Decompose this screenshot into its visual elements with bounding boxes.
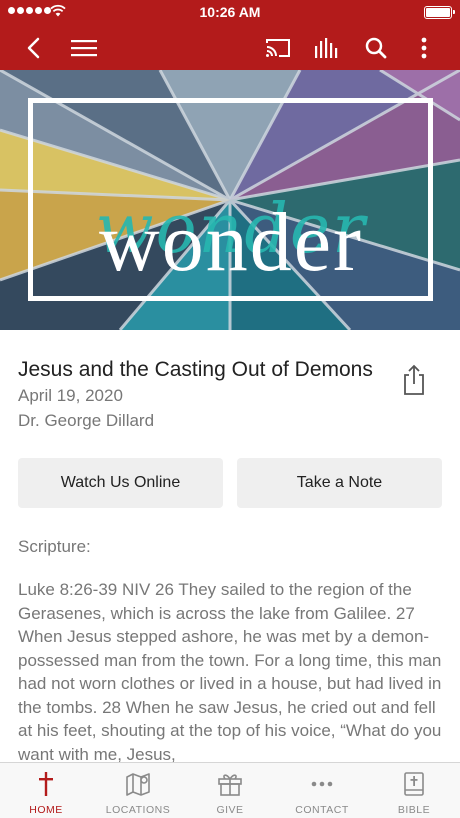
cast-icon[interactable] [262,32,294,64]
tab-home[interactable]: HOME [0,763,92,818]
tab-bible[interactable]: BIBLE [368,763,460,818]
sermon-date: April 19, 2020 [18,386,123,405]
share-icon[interactable] [400,364,428,396]
tab-label: CONTACT [295,804,349,816]
back-icon[interactable] [18,32,50,64]
series-title: wonder [99,196,363,289]
scripture-text: Luke 8:26-39 NIV 26 They sailed to the r… [18,580,442,762]
sermon-title: Jesus and the Casting Out of Demons [18,358,373,381]
tab-label: HOME [29,804,63,816]
gift-icon [184,771,276,797]
tab-give[interactable]: GIVE [184,763,276,818]
tab-contact[interactable]: CONTACT [276,763,368,818]
audio-icon[interactable] [311,32,343,64]
search-icon[interactable] [360,32,392,64]
tab-label: LOCATIONS [105,804,171,816]
cross-icon [0,771,92,797]
take-note-button[interactable]: Take a Note [237,458,442,508]
tab-label: BIBLE [397,804,431,816]
status-bar: 10:26 AM [0,0,460,26]
more-icon[interactable] [408,32,440,64]
tab-locations[interactable]: LOCATIONS [92,763,184,818]
series-artwork: wonder wonder [0,70,460,330]
sermon-speaker: Dr. George Dillard [18,411,155,430]
watch-online-button[interactable]: Watch Us Online [18,458,223,508]
nav-bar [0,26,460,70]
scripture-label: Scripture: [18,537,91,556]
map-icon [92,771,184,797]
tab-label: GIVE [216,804,244,816]
status-time: 10:26 AM [199,4,261,20]
bible-icon [368,771,460,797]
menu-icon[interactable] [68,32,100,64]
battery-icon [424,6,455,19]
more-dots-icon [276,771,368,797]
tab-bar: HOME LOCATIONS GIVE CONTACT BIBLE [0,762,460,818]
